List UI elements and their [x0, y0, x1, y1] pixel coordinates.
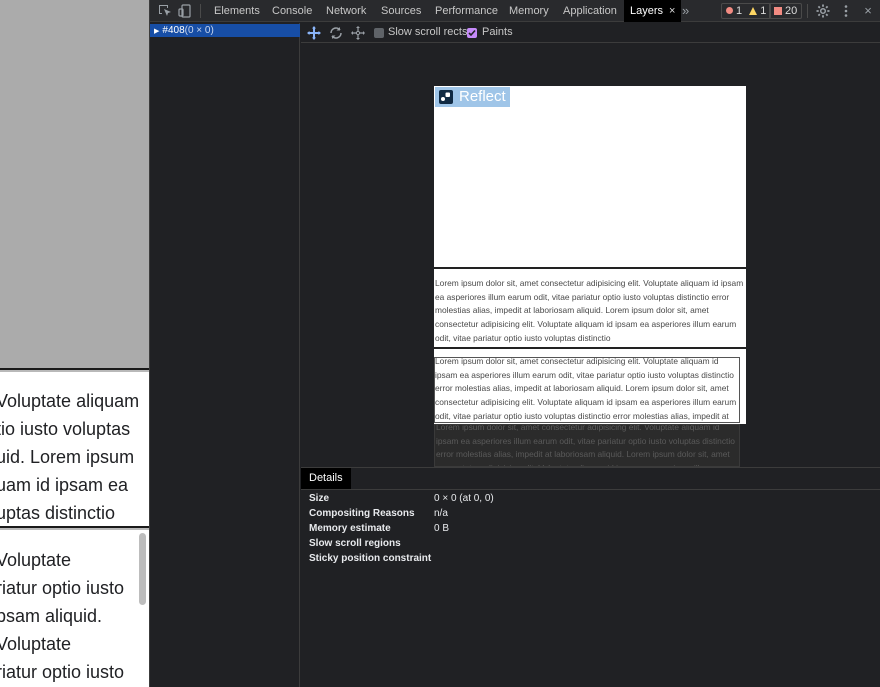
details-pane: Details Size 0 × 0 (at 0, 0) Compositing…	[301, 467, 880, 687]
error-icon	[726, 7, 733, 14]
layer-overflow-box[interactable]: Lorem ipsum dolor sit, amet consectetur …	[434, 424, 740, 467]
detail-key: Memory estimate	[309, 523, 391, 534]
issues-count: 20	[785, 5, 798, 17]
logo-text: Reflect	[459, 88, 506, 105]
page-middle-text-block: Voluptate aliquam tio iusto voluptas uid…	[0, 372, 149, 528]
error-count-badge[interactable]: 1 1	[721, 3, 772, 19]
tab-sources[interactable]: Sources	[381, 0, 421, 22]
layer-id: #408	[162, 25, 185, 36]
error-count: 1	[736, 5, 743, 17]
close-tab-icon[interactable]: ×	[669, 5, 675, 17]
layer-header-box[interactable]: Reflect	[434, 86, 746, 268]
more-tabs-button[interactable]: »	[682, 0, 689, 22]
warning-icon	[749, 7, 758, 15]
reset-transform-icon[interactable]	[350, 25, 366, 41]
reflect-logo-icon	[439, 90, 453, 104]
page-text-line: uam id ipsam ea	[0, 475, 129, 495]
more-options-icon[interactable]	[838, 3, 854, 19]
tab-details[interactable]: Details	[301, 468, 351, 489]
page-top-region	[0, 0, 149, 370]
tab-performance[interactable]: Performance	[435, 0, 498, 22]
page-text-line: riatur optio iusto	[0, 662, 125, 682]
layer-overflow-text: Lorem ipsum dolor sit, amet consectetur …	[436, 424, 737, 466]
tab-network[interactable]: Network	[326, 0, 366, 22]
page-text-line: riatur optio iusto	[0, 578, 125, 598]
rotate-mode-icon[interactable]	[328, 25, 344, 41]
page-text-line: uptas distinctio	[0, 503, 116, 523]
detail-key: Size	[309, 493, 330, 504]
paints-checkbox[interactable]	[467, 28, 477, 38]
page-text-line: Voluptate	[0, 550, 72, 570]
devtools-toolbar: Elements Console Network Sources Perform…	[150, 0, 880, 22]
page-text-line: tio iusto voluptas	[0, 419, 131, 439]
slow-scroll-rects-checkbox[interactable]	[374, 28, 384, 38]
layer-paragraph-1-text: Lorem ipsum dolor sit, amet consectetur …	[435, 278, 744, 343]
tab-layers-label: Layers	[630, 5, 664, 17]
page-bottom-text-block: Voluptate riatur optio iusto psam aliqui…	[0, 530, 149, 687]
checkmark-icon	[468, 29, 476, 37]
tab-console[interactable]: Console	[272, 0, 312, 22]
device-toolbar-icon[interactable]	[177, 3, 193, 19]
detail-key: Slow scroll regions	[309, 538, 401, 549]
slow-scroll-rects-label: Slow scroll rects	[388, 26, 468, 38]
detail-value: n/a	[434, 508, 448, 519]
close-devtools-icon[interactable]: ×	[860, 3, 876, 19]
tab-layers[interactable]: Layers ×	[624, 0, 682, 22]
devtools-panel: Elements Console Network Sources Perform…	[149, 0, 880, 687]
layers-3d-viewport[interactable]: Reflect Lorem ipsum dolor sit, amet cons…	[301, 44, 880, 467]
page-text-line: Voluptate aliquam	[0, 391, 140, 411]
layer-tree: ▶ #408(0 × 0)	[150, 23, 300, 687]
detail-key: Sticky position constraint	[309, 553, 432, 564]
details-tab-divider	[301, 489, 880, 490]
layer-paragraph-2-box[interactable]: Lorem ipsum dolor sit, amet consectetur …	[434, 348, 746, 425]
issues-badge[interactable]: 20	[769, 3, 803, 19]
scroll-layer-outline	[434, 357, 740, 423]
layer-size: (0 × 0)	[184, 25, 214, 36]
tab-memory[interactable]: Memory	[509, 0, 549, 22]
settings-gear-icon[interactable]	[815, 3, 831, 19]
tab-elements[interactable]: Elements	[214, 0, 260, 22]
tab-application[interactable]: Application	[563, 0, 617, 22]
detail-key: Compositing Reasons	[309, 508, 415, 519]
layer-paragraph-1-box[interactable]: Lorem ipsum dolor sit, amet consectetur …	[434, 268, 746, 348]
logo-highlight: Reflect	[435, 87, 510, 107]
detail-value: 0 × 0 (at 0, 0)	[434, 493, 494, 504]
page-scrollbar[interactable]	[139, 533, 146, 605]
expand-arrow-icon[interactable]: ▶	[154, 28, 159, 35]
warning-count: 1	[760, 5, 767, 17]
page-text-line: psam aliquid.	[0, 606, 103, 626]
layer-tree-item[interactable]: ▶ #408(0 × 0)	[150, 24, 300, 37]
paints-label: Paints	[482, 26, 513, 38]
toolbar-separator	[807, 4, 808, 18]
inspected-page: Voluptate aliquam tio iusto voluptas uid…	[0, 0, 149, 687]
detail-value: 0 B	[434, 523, 450, 534]
page-text-line: uid. Lorem ipsum	[0, 447, 135, 467]
issues-icon	[774, 7, 782, 15]
toolbar-separator	[200, 4, 201, 18]
page-text-line: Voluptate	[0, 634, 72, 654]
layer-viewer-toolbar: Slow scroll rects Paints	[301, 23, 880, 43]
pan-mode-icon[interactable]	[306, 25, 322, 41]
inspect-element-icon[interactable]	[157, 3, 173, 19]
